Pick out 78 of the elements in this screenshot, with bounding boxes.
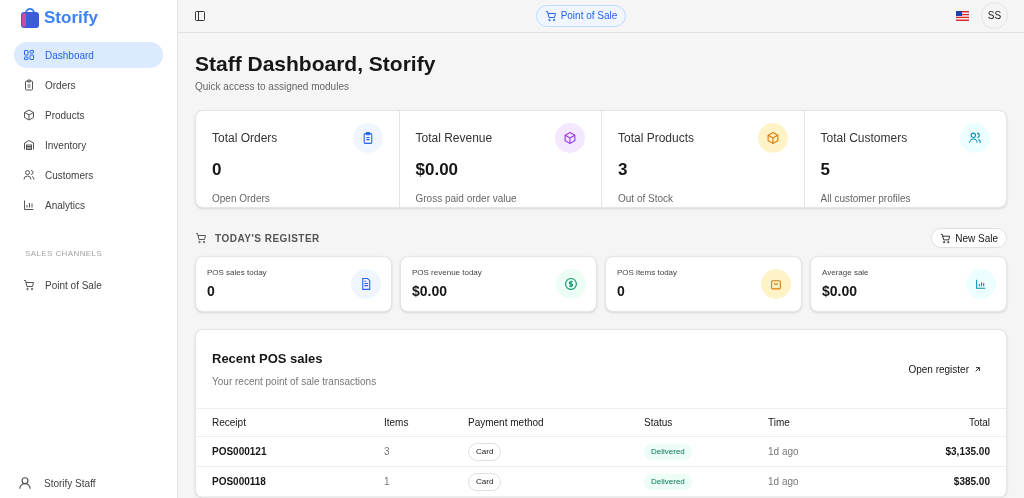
stat-value: $0.00: [415, 159, 460, 181]
table-cell: 1d ago: [768, 436, 878, 467]
card-label: POS revenue today: [412, 266, 482, 279]
logo-icon: [20, 7, 40, 29]
sidebar-item[interactable]: Analytics: [14, 192, 163, 218]
column-header: Status: [644, 408, 768, 437]
stat-note: All customer profiles: [820, 191, 912, 206]
point-of-sale-button[interactable]: Point of Sale: [535, 4, 627, 27]
column-header: Receipt: [196, 408, 384, 437]
bar-chart-icon: [966, 269, 996, 299]
section-title: SALES CHANNELS: [24, 248, 104, 260]
card-value: 0: [207, 281, 216, 301]
card-label: Average sale: [822, 266, 869, 279]
clipboard-icon: [23, 79, 35, 91]
card-value: $0.00: [822, 281, 859, 301]
column-header: Payment method: [468, 408, 644, 437]
stat-note: Out of Stock: [618, 191, 675, 206]
card-label: POS items today: [617, 266, 678, 279]
clipboard-icon: [352, 123, 383, 153]
card-title: Recent POS sales: [212, 349, 324, 368]
box-icon: [555, 123, 585, 153]
document-icon: [351, 269, 381, 299]
card-subtitle: Your recent point of sale transactions: [212, 375, 377, 390]
section-title: TODAY'S REGISTER: [215, 231, 320, 246]
column-header: Items: [384, 408, 468, 437]
table-cell: $385.00: [878, 466, 1006, 497]
table-cell: POS000118: [196, 466, 384, 497]
status-badge: Delivered: [644, 474, 692, 490]
cart-icon: [23, 279, 35, 291]
table-cell: POS000121: [196, 436, 384, 467]
grid-icon: [23, 49, 35, 61]
sidebar-item[interactable]: Customers: [14, 162, 163, 188]
bar-chart-icon: [23, 199, 35, 211]
column-header: Total: [878, 408, 1006, 437]
stat-value: 5: [820, 159, 831, 181]
status-badge: Delivered: [644, 444, 692, 460]
column-header: Time: [768, 408, 878, 437]
dollar-icon: [556, 269, 586, 299]
user-icon: [18, 476, 32, 490]
user-name: Storify Staff: [44, 476, 96, 491]
card-value: 0: [617, 281, 626, 301]
stat-label: Total Customers: [820, 130, 908, 147]
box-icon: [23, 109, 35, 121]
stat-label: Total Orders: [212, 130, 278, 147]
stat-value: 3: [618, 159, 629, 181]
bag-icon: [761, 269, 791, 299]
sidebar-item[interactable]: Products: [14, 102, 163, 128]
card-label: POS sales today: [207, 266, 267, 279]
sidebar-item[interactable]: Inventory: [14, 132, 163, 158]
sidebar-item[interactable]: Point of Sale: [14, 272, 163, 298]
cart-icon: [544, 9, 557, 22]
stat-note: Gross paid order value: [415, 191, 518, 206]
stat-label: Total Products: [618, 130, 695, 147]
page-subtitle: Quick access to assigned modules: [195, 80, 350, 94]
table-cell: 1: [384, 466, 468, 497]
cart-icon: [940, 232, 952, 244]
stat-note: Open Orders: [212, 191, 271, 206]
user-avatar[interactable]: SS: [981, 2, 1008, 30]
flag-icon[interactable]: [956, 10, 969, 21]
sidebar-item[interactable]: Orders: [14, 72, 163, 98]
open-register-link[interactable]: Open register: [908, 361, 982, 377]
table-cell: 1d ago: [768, 466, 878, 497]
box-icon: [757, 123, 788, 153]
stat-value: 0: [212, 159, 223, 181]
table-cell: $3,135.00: [878, 436, 1006, 467]
cart-icon: [195, 232, 207, 244]
card-value: $0.00: [412, 281, 449, 301]
sidebar-item[interactable]: Dashboard: [14, 42, 163, 68]
new-sale-button[interactable]: New Sale: [931, 228, 1007, 248]
arrow-up-right-icon: [973, 364, 982, 374]
page-title: Staff Dashboard, Storify: [195, 50, 437, 77]
stat-label: Total Revenue: [415, 130, 493, 147]
table-cell: 3: [384, 436, 468, 467]
warehouse-icon: [23, 139, 35, 151]
users-icon: [960, 123, 990, 153]
sidebar-toggle-icon[interactable]: [194, 9, 206, 22]
brand-name: Storify: [44, 7, 98, 30]
users-icon: [23, 169, 35, 181]
